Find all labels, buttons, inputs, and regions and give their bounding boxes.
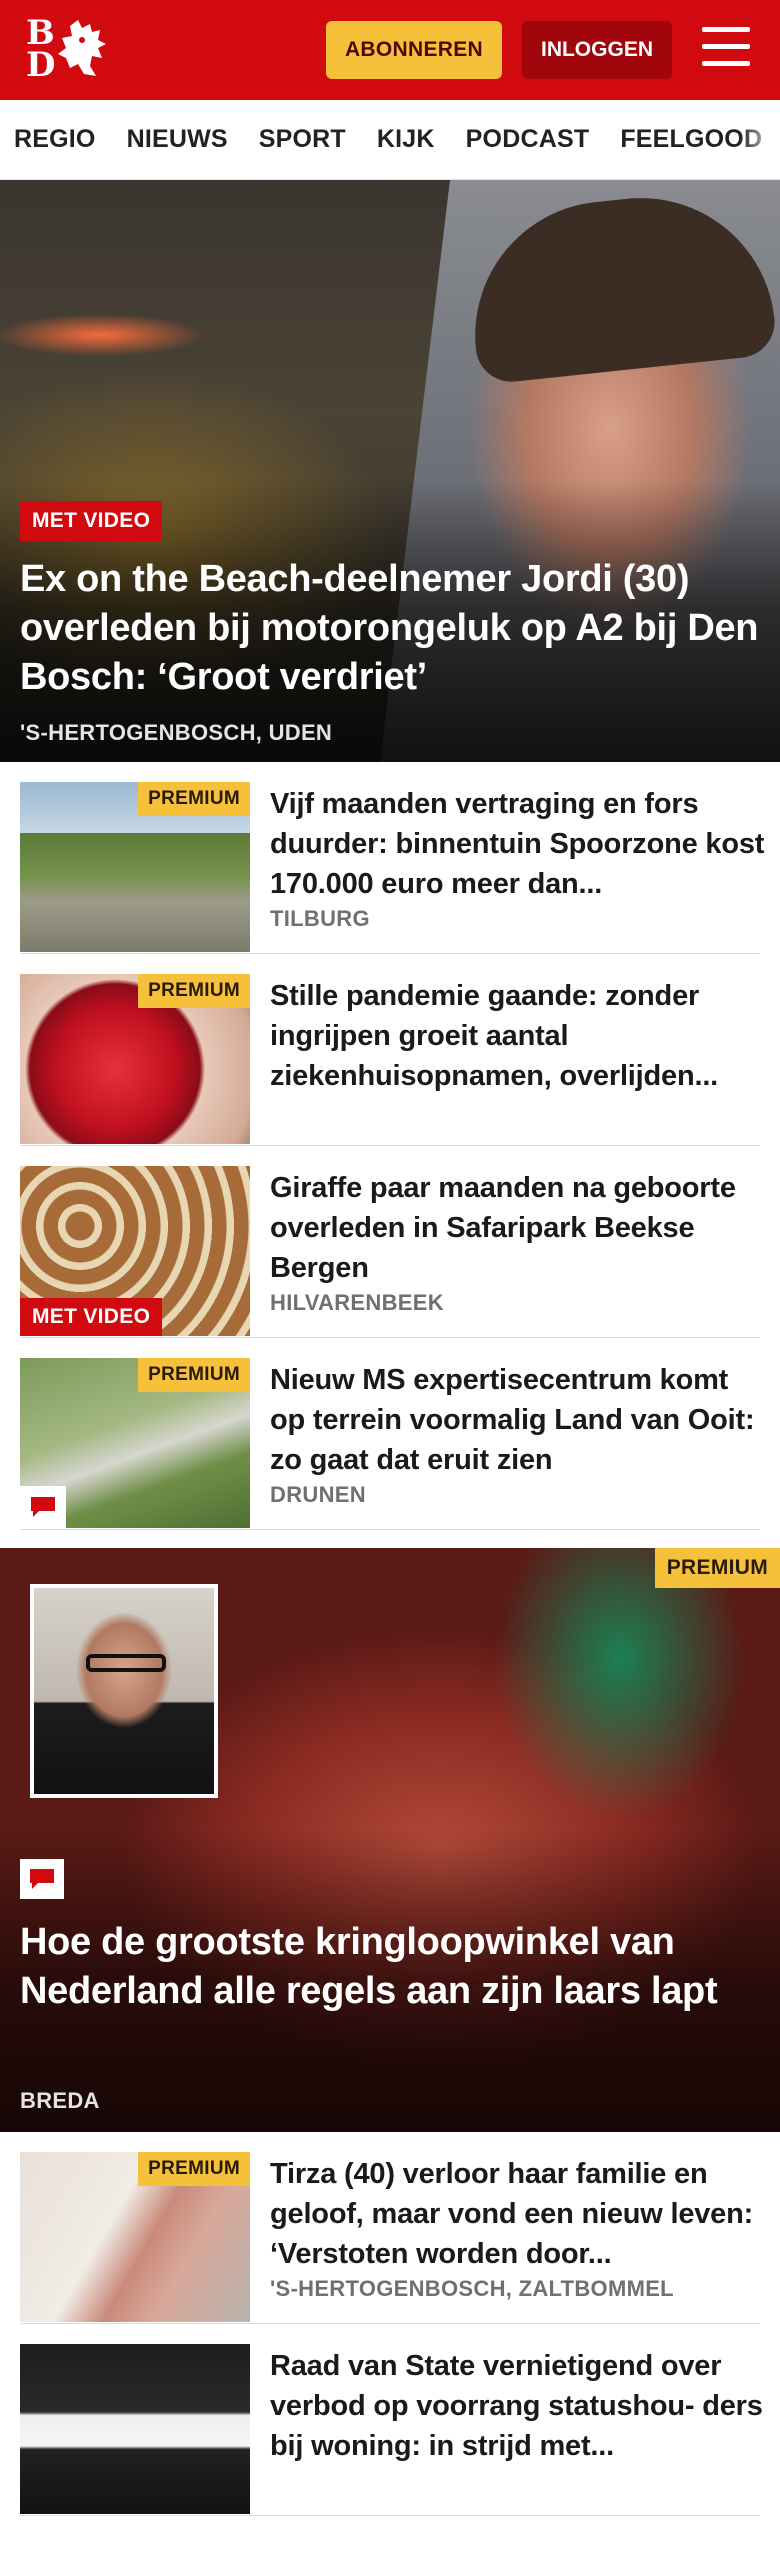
list-item[interactable]: PREMIUM Tirza (40) verloor haar familie … <box>20 2132 760 2324</box>
nav-item-nieuws[interactable]: NIEUWS <box>127 125 228 154</box>
article-list: PREMIUM Vijf maanden vertraging en fors … <box>0 762 780 1530</box>
nav-item-sport[interactable]: SPORT <box>259 125 346 154</box>
nav-item-podcast[interactable]: PODCAST <box>466 125 590 154</box>
author-portrait <box>30 1584 218 1798</box>
nav-item-kijk[interactable]: KIJK <box>377 125 435 154</box>
article-thumbnail[interactable]: PREMIUM <box>20 974 250 1144</box>
article-title[interactable]: Stille pandemie gaande: zonder ingrijpen… <box>270 976 770 1096</box>
list-item[interactable]: Raad van State vernietigend over verbod … <box>20 2324 763 2516</box>
article-title[interactable]: Vijf maanden vertraging en fors duurder:… <box>270 784 770 904</box>
feature-title[interactable]: Hoe de grootste kringloopwinkel van Nede… <box>20 1918 760 2016</box>
list-item[interactable]: PREMIUM Nieuw MS expertisecentrum komt o… <box>20 1338 760 1530</box>
hero-title[interactable]: Ex on the Beach-deelnemer Jordi (30) ove… <box>20 555 760 702</box>
article-title[interactable]: Tirza (40) verloor haar familie en geloo… <box>270 2154 770 2274</box>
menu-icon[interactable] <box>702 27 750 71</box>
article-location: HILVARENBEEK <box>270 1290 444 1315</box>
subscribe-button[interactable]: ABONNEREN <box>326 21 502 79</box>
hero-article[interactable]: MET VIDEO Ex on the Beach-deelnemer Jord… <box>0 180 780 762</box>
article-thumbnail[interactable]: PREMIUM <box>20 2152 250 2322</box>
premium-badge: PREMIUM <box>138 974 250 1008</box>
section-nav: REGIO NIEUWS SPORT KIJK PODCAST FEELGOOD <box>0 100 780 180</box>
list-item[interactable]: MET VIDEO Giraffe paar maanden na geboor… <box>20 1146 760 1338</box>
article-title[interactable]: Raad van State vernietigend over verbod … <box>270 2346 770 2466</box>
feature-article[interactable]: PREMIUM Hoe de grootste kringloopwinkel … <box>0 1548 780 2132</box>
premium-badge: PREMIUM <box>138 782 250 816</box>
top-bar: B D ABONNEREN INLOGGEN <box>0 0 780 100</box>
premium-badge: PREMIUM <box>138 1358 250 1392</box>
article-thumbnail[interactable]: MET VIDEO <box>20 1166 250 1336</box>
premium-badge: PREMIUM <box>138 2152 250 2186</box>
list-item[interactable]: PREMIUM Stille pandemie gaande: zonder i… <box>20 954 760 1146</box>
article-location: TILBURG <box>270 906 370 931</box>
lion-icon <box>58 20 106 76</box>
article-title[interactable]: Nieuw MS expertisecentrum komt op terrei… <box>270 1360 770 1480</box>
article-title[interactable]: Giraffe paar maanden na geboorte overled… <box>270 1168 770 1288</box>
article-thumbnail[interactable] <box>20 2344 250 2514</box>
article-location: 'S-HERTOGENBOSCH, ZALTBOMMEL <box>270 2276 674 2301</box>
hero-location: 'S-HERTOGENBOSCH, UDEN <box>20 720 333 745</box>
article-thumbnail[interactable]: PREMIUM <box>20 782 250 952</box>
video-badge: MET VIDEO <box>20 501 163 541</box>
comment-icon <box>20 1486 66 1528</box>
comment-icon <box>20 1859 64 1899</box>
video-badge: MET VIDEO <box>20 1298 163 1336</box>
bd-logo[interactable]: B D <box>26 16 116 84</box>
premium-badge: PREMIUM <box>654 1548 780 1588</box>
article-location: DRUNEN <box>270 1482 366 1507</box>
article-thumbnail[interactable]: PREMIUM <box>20 1358 250 1528</box>
glasses-detail <box>86 1654 166 1672</box>
login-button[interactable]: INLOGGEN <box>522 21 672 79</box>
list-item[interactable]: PREMIUM Vijf maanden vertraging en fors … <box>20 762 764 954</box>
article-list-2: PREMIUM Tirza (40) verloor haar familie … <box>0 2132 780 2516</box>
feature-location: BREDA <box>20 2088 100 2113</box>
nav-item-regio[interactable]: REGIO <box>14 125 96 154</box>
nav-fade <box>740 100 780 179</box>
